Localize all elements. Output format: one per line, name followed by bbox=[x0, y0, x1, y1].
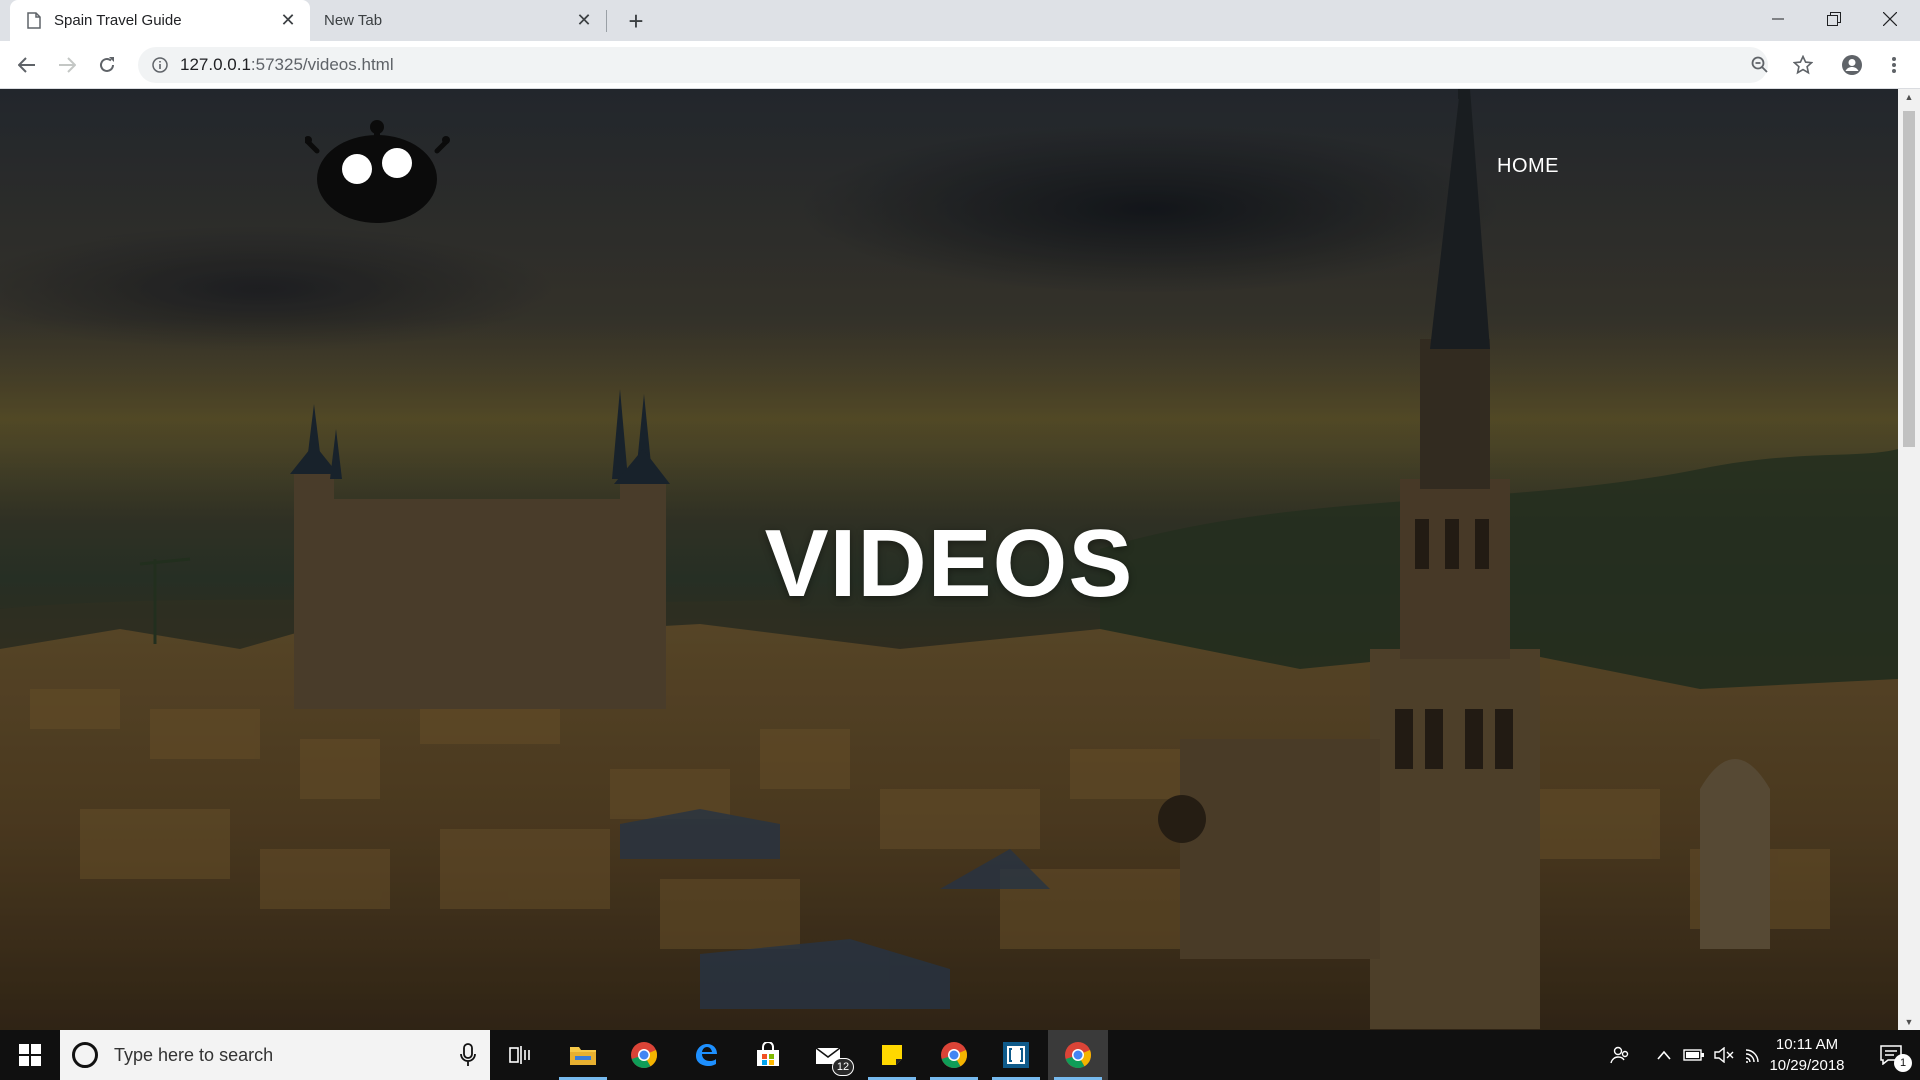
system-clock[interactable]: 10:11 AM 10/29/2018 bbox=[1762, 1034, 1852, 1076]
scroll-up-arrow[interactable]: ▲ bbox=[1898, 89, 1920, 105]
forward-button[interactable] bbox=[51, 49, 83, 81]
tab-title: Spain Travel Guide bbox=[54, 12, 182, 29]
close-window-button[interactable] bbox=[1862, 0, 1918, 38]
close-icon[interactable]: ✕ bbox=[276, 9, 300, 33]
tab-title: New Tab bbox=[324, 12, 383, 29]
edge-icon[interactable] bbox=[676, 1030, 736, 1080]
chevron-up-icon[interactable] bbox=[1650, 1030, 1678, 1080]
tab-spain-travel-guide[interactable]: Spain Travel Guide ✕ bbox=[10, 0, 310, 41]
store-icon[interactable] bbox=[738, 1030, 798, 1080]
mail-icon[interactable]: 12 bbox=[800, 1030, 860, 1080]
close-icon[interactable]: ✕ bbox=[572, 9, 596, 33]
clock-date: 10/29/2018 bbox=[1769, 1057, 1845, 1074]
scroll-down-arrow[interactable]: ▼ bbox=[1898, 1014, 1920, 1030]
bookmark-star-icon[interactable] bbox=[1787, 49, 1819, 81]
task-view-icon[interactable] bbox=[490, 1030, 550, 1080]
tab-separator bbox=[606, 10, 607, 32]
site-logo[interactable] bbox=[304, 111, 450, 231]
code-editor-icon[interactable] bbox=[986, 1030, 1046, 1080]
search-placeholder: Type here to search bbox=[114, 1044, 274, 1065]
zoom-icon[interactable] bbox=[1748, 53, 1772, 77]
restore-button[interactable] bbox=[1806, 0, 1862, 38]
new-tab-button[interactable]: + bbox=[620, 6, 652, 36]
url-host: 127.0.0.1 bbox=[180, 55, 251, 74]
back-button[interactable] bbox=[11, 49, 43, 81]
windows-taskbar: Type here to search 12 10:11 AM 10/29/20… bbox=[0, 1030, 1920, 1080]
url-text: 127.0.0.1:57325/videos.html bbox=[180, 55, 394, 75]
tab-new-tab[interactable]: New Tab ✕ bbox=[310, 0, 606, 41]
mail-badge: 12 bbox=[832, 1058, 854, 1076]
volume-muted-icon[interactable] bbox=[1710, 1030, 1738, 1080]
tab-strip: Spain Travel Guide ✕ New Tab ✕ + bbox=[0, 0, 1920, 41]
page-title: VIDEOS bbox=[764, 510, 1134, 617]
page-viewport: HOME VIDEOS bbox=[0, 89, 1898, 1030]
chrome-icon[interactable] bbox=[924, 1030, 984, 1080]
minimize-button[interactable] bbox=[1750, 0, 1806, 38]
clock-time: 10:11 AM bbox=[1775, 1036, 1839, 1053]
menu-icon[interactable] bbox=[1878, 49, 1910, 81]
nav-home-link[interactable]: HOME bbox=[1497, 155, 1559, 178]
address-bar[interactable]: 127.0.0.1:57325/videos.html bbox=[138, 47, 1768, 83]
file-explorer-icon[interactable] bbox=[553, 1030, 613, 1080]
battery-icon[interactable] bbox=[1680, 1030, 1708, 1080]
chrome-icon[interactable] bbox=[1048, 1030, 1108, 1080]
chrome-icon[interactable] bbox=[614, 1030, 674, 1080]
browser-toolbar: 127.0.0.1:57325/videos.html bbox=[0, 41, 1920, 89]
url-path: :57325/videos.html bbox=[250, 55, 394, 74]
profile-icon[interactable] bbox=[1836, 49, 1868, 81]
reload-button[interactable] bbox=[91, 49, 123, 81]
notification-badge: 1 bbox=[1894, 1054, 1912, 1072]
page-scrollbar[interactable]: ▲ ▼ bbox=[1898, 89, 1920, 1030]
people-icon[interactable] bbox=[1606, 1030, 1634, 1080]
start-button[interactable] bbox=[0, 1030, 60, 1080]
cortana-icon bbox=[72, 1042, 98, 1068]
scroll-thumb[interactable] bbox=[1903, 111, 1915, 447]
page-icon bbox=[26, 12, 42, 30]
windows-logo-icon bbox=[19, 1044, 41, 1066]
microphone-icon[interactable] bbox=[460, 1043, 476, 1067]
sticky-notes-icon[interactable] bbox=[862, 1030, 922, 1080]
taskbar-search-box[interactable]: Type here to search bbox=[60, 1030, 490, 1080]
info-icon[interactable] bbox=[150, 55, 170, 75]
action-center-button[interactable]: 1 bbox=[1862, 1030, 1920, 1080]
